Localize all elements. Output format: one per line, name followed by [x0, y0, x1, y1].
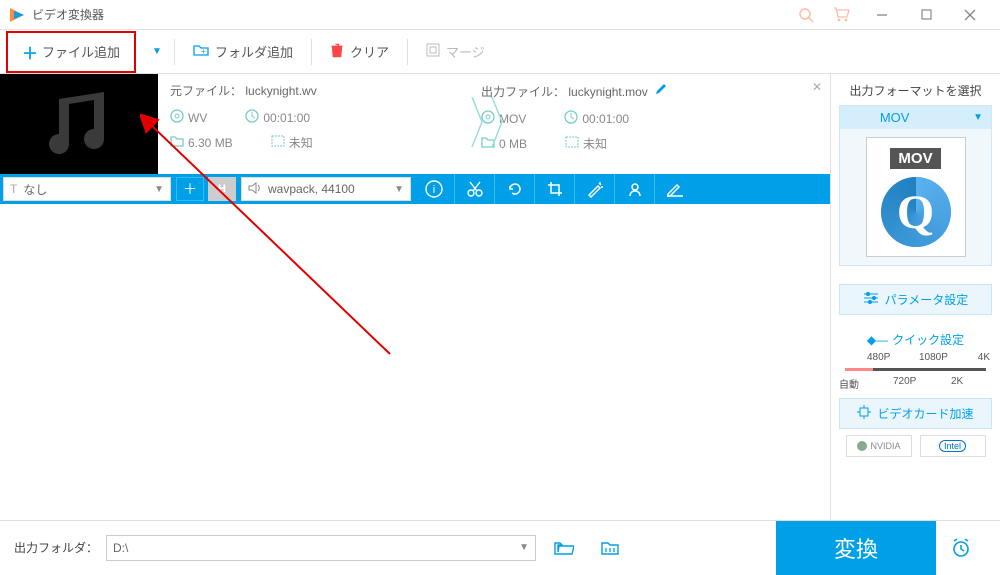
clear-button[interactable]: クリア: [316, 30, 403, 74]
clock-icon: [245, 109, 259, 126]
plus-icon: ＋: [22, 40, 38, 64]
add-folder-button[interactable]: + フォルダ追加: [179, 30, 307, 74]
output-folder-select[interactable]: D:\ ▼: [106, 535, 536, 561]
param-label: パラメータ設定: [885, 291, 969, 308]
src-name: luckynight.wv: [245, 84, 316, 98]
nvidia-badge: NVIDIA: [846, 435, 912, 457]
dst-res: 未知: [583, 135, 607, 152]
svg-text:i: i: [433, 184, 435, 196]
intel-badge: Intel: [920, 435, 986, 457]
cut-button[interactable]: [454, 174, 494, 204]
schedule-button[interactable]: [936, 521, 986, 575]
search-icon[interactable]: [788, 0, 824, 30]
maximize-button[interactable]: [904, 0, 948, 30]
merge-label: マージ: [446, 42, 485, 61]
res-4k: 4K: [978, 352, 990, 363]
dst-name: luckynight.mov: [568, 85, 647, 99]
output-folder-path: D:\: [113, 541, 128, 555]
quick-resolution-slider[interactable]: 480P 1080P 4K 自動 720P 2K: [839, 354, 992, 388]
src-format: WV: [188, 111, 207, 125]
merge-button[interactable]: マージ: [412, 30, 499, 74]
gpu-label: ビデオカード加速: [877, 405, 973, 422]
format-select[interactable]: MOV ▼: [840, 106, 991, 129]
add-subtitle-button[interactable]: ＋: [176, 177, 204, 201]
subtitle-select[interactable]: T なし ▼: [3, 177, 171, 201]
gpu-accel-button[interactable]: ビデオカード加速: [839, 398, 992, 429]
add-file-button[interactable]: ＋ ファイル追加: [6, 31, 136, 73]
output-folder-label: 出力フォルダ：: [14, 539, 98, 556]
open-folder-button[interactable]: [546, 533, 582, 563]
audio-value: wavpack, 44100: [268, 182, 355, 196]
app-title: ビデオ変換器: [32, 6, 104, 23]
convert-arrow-icon: [467, 92, 507, 152]
file-thumbnail: [0, 74, 158, 174]
disc-icon: [170, 109, 184, 126]
add-file-caret[interactable]: ▼: [136, 30, 170, 74]
subtitle-value: なし: [23, 181, 47, 198]
res-icon: [565, 136, 579, 151]
cart-icon[interactable]: [824, 0, 860, 30]
format-tag: MOV: [890, 148, 940, 169]
param-settings-button[interactable]: パラメータ設定: [839, 284, 992, 315]
res-1080: 1080P: [919, 352, 948, 363]
merge-icon: [426, 43, 440, 60]
file-item[interactable]: ✕ 元ファイル： luckynight.wv WV 00:01:00 6.30 …: [0, 74, 830, 174]
add-file-label: ファイル追加: [42, 42, 120, 61]
res-icon: [271, 135, 285, 150]
minimize-button[interactable]: [860, 0, 904, 30]
folder-plus-icon: +: [193, 43, 209, 60]
remove-file-button[interactable]: ✕: [812, 80, 822, 94]
subtitle-t-icon: T: [10, 182, 17, 196]
res-2k: 2K: [951, 376, 963, 387]
rotate-button[interactable]: [494, 174, 534, 204]
app-logo: [8, 6, 26, 24]
res-auto: 自動: [839, 376, 859, 391]
speaker-icon: [248, 182, 262, 197]
src-size: 6.30 MB: [188, 136, 233, 150]
res-720: 720P: [893, 376, 916, 387]
subtitle-edit-button[interactable]: [654, 174, 694, 204]
clear-label: クリア: [350, 42, 389, 61]
src-duration: 00:01:00: [263, 111, 310, 125]
right-panel-title: 出力フォーマットを選択: [839, 82, 992, 99]
trash-icon: [330, 42, 344, 61]
crop-button[interactable]: [534, 174, 574, 204]
src-res: 未知: [289, 134, 313, 151]
src-label: 元ファイル：: [170, 84, 242, 98]
hd-button[interactable]: H: [208, 177, 236, 201]
folder-icon: [170, 135, 184, 150]
format-icon: MOV Q: [840, 129, 991, 265]
sliders-icon: [863, 291, 879, 308]
audio-select[interactable]: wavpack, 44100 ▼: [241, 177, 411, 201]
close-button[interactable]: [948, 0, 992, 30]
svg-text:+: +: [201, 47, 206, 56]
quick-title: クイック設定: [892, 331, 964, 348]
effect-button[interactable]: [574, 174, 614, 204]
browse-folder-button[interactable]: [592, 533, 628, 563]
res-480: 480P: [867, 352, 890, 363]
info-button[interactable]: i: [414, 174, 454, 204]
format-value: MOV: [880, 110, 910, 125]
watermark-button[interactable]: [614, 174, 654, 204]
chip-icon: [857, 405, 871, 422]
edit-name-button[interactable]: [654, 85, 668, 99]
add-folder-label: フォルダ追加: [215, 42, 293, 61]
clock-icon: [564, 110, 578, 127]
dst-duration: 00:01:00: [582, 112, 629, 126]
convert-button[interactable]: 変換: [776, 521, 936, 575]
